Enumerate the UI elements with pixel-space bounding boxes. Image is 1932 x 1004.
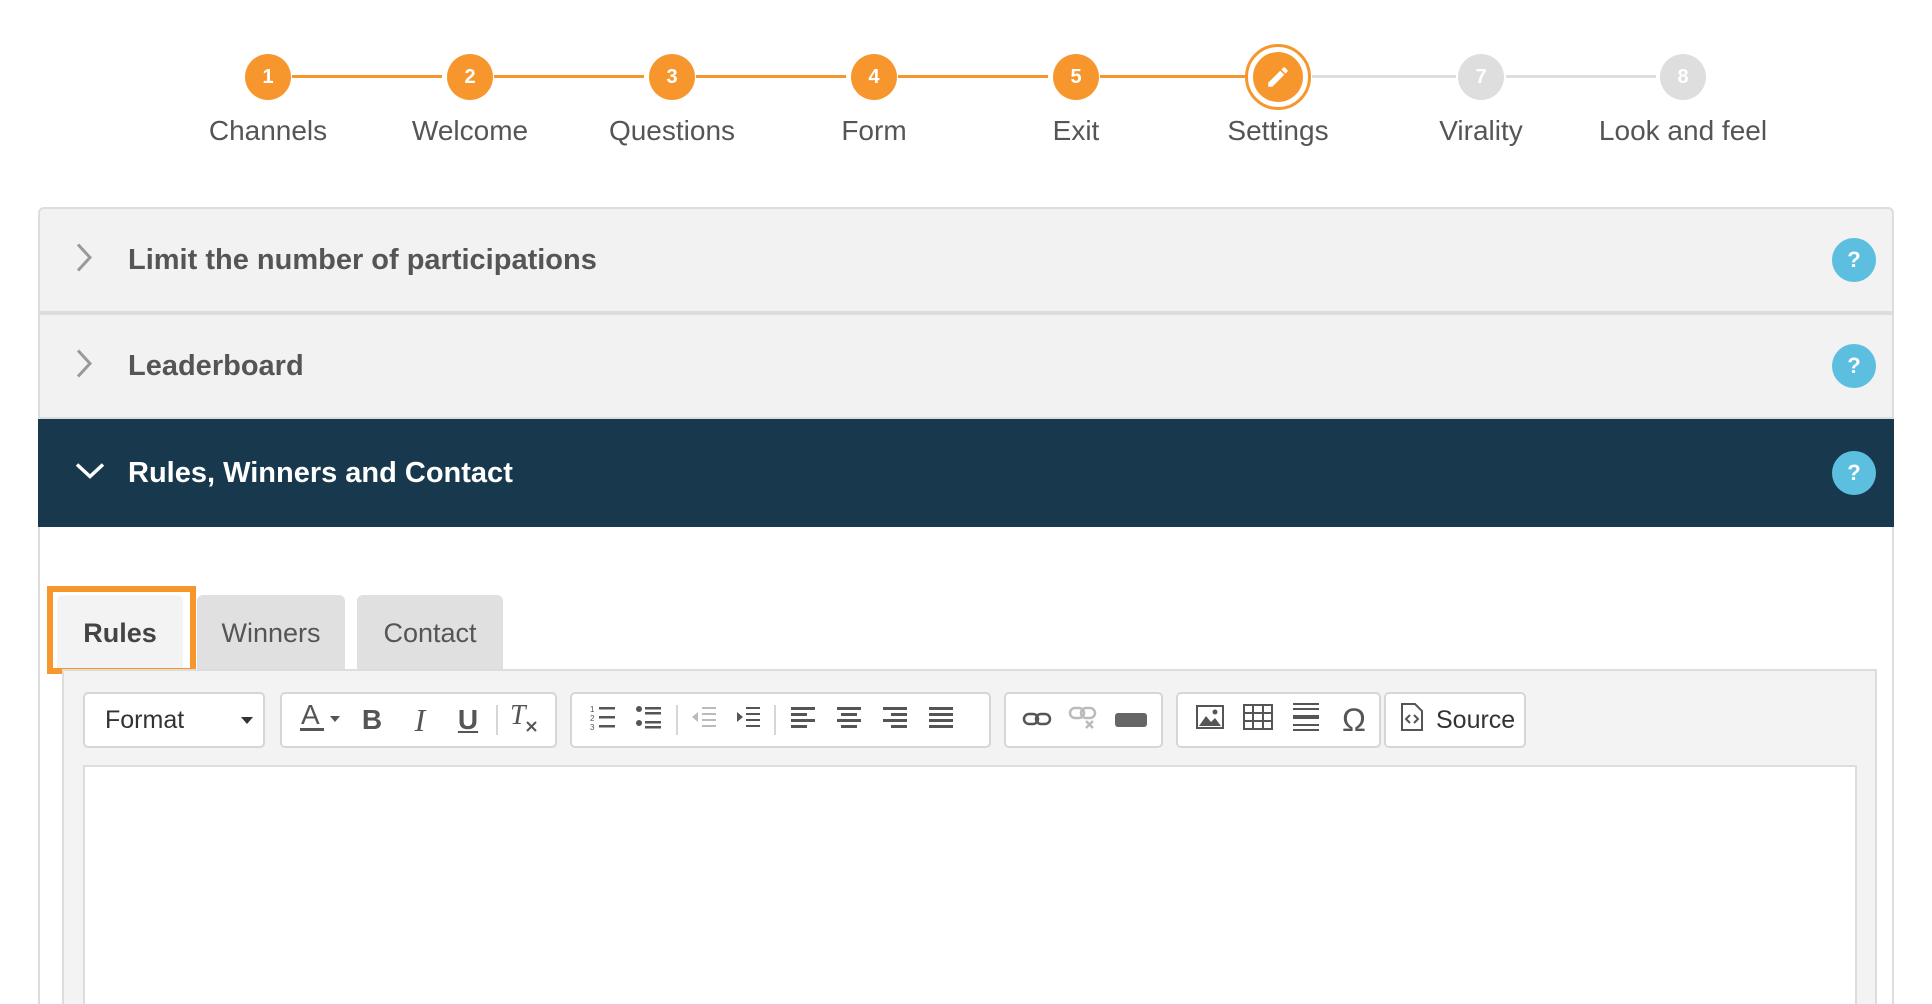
text-color-icon: A bbox=[297, 699, 343, 741]
step-1-circle[interactable]: 1 bbox=[245, 54, 291, 100]
accordion-title: Rules, Winners and Contact bbox=[128, 456, 513, 489]
align-center-icon bbox=[836, 704, 862, 736]
chevron-right-icon bbox=[74, 348, 94, 385]
step-4-circle[interactable]: 4 bbox=[851, 54, 897, 100]
bulleted-list-icon bbox=[635, 703, 663, 738]
help-icon[interactable]: ? bbox=[1832, 344, 1876, 388]
unlink-icon bbox=[1068, 704, 1098, 737]
text-color-button[interactable]: A bbox=[292, 694, 348, 746]
toolbar-separator bbox=[496, 705, 498, 735]
unlink-button[interactable] bbox=[1060, 694, 1106, 746]
step-connector bbox=[292, 75, 442, 78]
step-2-circle[interactable]: 2 bbox=[447, 54, 493, 100]
pencil-icon bbox=[1253, 52, 1303, 102]
accordion-title: Leaderboard bbox=[128, 349, 304, 382]
numbered-list-button[interactable]: 1 2 3 bbox=[580, 694, 626, 746]
toolbar-group-paragraph: 1 2 3 bbox=[570, 692, 991, 748]
toolbar-group-text-style: A B I U T bbox=[280, 692, 557, 748]
outdent-icon bbox=[690, 703, 718, 738]
bulleted-list-button[interactable] bbox=[626, 694, 672, 746]
tab-contact[interactable]: Contact bbox=[357, 595, 503, 671]
underline-icon: U bbox=[457, 704, 479, 735]
step-6-label[interactable]: Settings bbox=[1178, 115, 1378, 147]
caret-down-icon bbox=[241, 717, 253, 724]
justify-button[interactable] bbox=[918, 694, 964, 746]
anchor-icon bbox=[1114, 704, 1148, 736]
step-3-label[interactable]: Questions bbox=[572, 115, 772, 147]
underline-button[interactable]: U bbox=[444, 694, 492, 746]
svg-text:3: 3 bbox=[590, 723, 595, 731]
indent-icon bbox=[734, 703, 762, 738]
svg-text:T: T bbox=[510, 700, 528, 731]
omega-icon: Ω bbox=[1342, 701, 1366, 738]
tab-rules[interactable]: Rules bbox=[57, 595, 183, 671]
horizontal-line-icon bbox=[1292, 702, 1320, 739]
step-8-label[interactable]: Look and feel bbox=[1583, 115, 1783, 147]
numbered-list-icon: 1 2 3 bbox=[589, 703, 617, 738]
toolbar-separator bbox=[676, 705, 678, 735]
format-label: Format bbox=[105, 705, 185, 734]
svg-text:2: 2 bbox=[590, 714, 595, 723]
increase-indent-button[interactable] bbox=[726, 694, 770, 746]
step-connector bbox=[898, 75, 1048, 78]
accordion-limit-participations[interactable]: Limit the number of participations ? bbox=[38, 207, 1894, 313]
horizontal-line-button[interactable] bbox=[1282, 694, 1330, 746]
step-connector bbox=[696, 75, 846, 78]
source-icon bbox=[1400, 702, 1424, 738]
italic-button[interactable]: I bbox=[396, 694, 444, 746]
step-4-label[interactable]: Form bbox=[774, 115, 974, 147]
align-center-button[interactable] bbox=[826, 694, 872, 746]
step-2-label[interactable]: Welcome bbox=[370, 115, 570, 147]
format-dropdown[interactable]: Format bbox=[83, 692, 265, 748]
link-icon bbox=[1022, 704, 1052, 736]
step-connector bbox=[1312, 75, 1456, 78]
accordion-leaderboard[interactable]: Leaderboard ? bbox=[38, 313, 1894, 419]
align-right-button[interactable] bbox=[872, 694, 918, 746]
table-icon bbox=[1243, 703, 1273, 737]
source-label: Source bbox=[1436, 705, 1516, 734]
step-7-circle[interactable]: 7 bbox=[1458, 54, 1504, 100]
step-7-label[interactable]: Virality bbox=[1381, 115, 1581, 147]
accordion-rules-winners-contact[interactable]: Rules, Winners and Contact ? bbox=[38, 419, 1894, 527]
step-1-label[interactable]: Channels bbox=[168, 115, 368, 147]
special-character-button[interactable]: Ω bbox=[1330, 694, 1378, 746]
table-button[interactable] bbox=[1234, 694, 1282, 746]
decrease-indent-button[interactable] bbox=[682, 694, 726, 746]
align-left-icon bbox=[790, 704, 816, 736]
step-connector bbox=[1506, 75, 1656, 78]
image-icon bbox=[1196, 704, 1224, 736]
source-button[interactable]: Source bbox=[1384, 692, 1526, 748]
chevron-down-icon bbox=[74, 461, 106, 486]
tab-winners[interactable]: Winners bbox=[197, 595, 345, 671]
step-connector bbox=[1100, 75, 1250, 78]
accordion-title: Limit the number of participations bbox=[128, 243, 597, 276]
help-icon[interactable]: ? bbox=[1832, 451, 1876, 495]
remove-format-icon: T bbox=[508, 700, 540, 741]
bold-button[interactable]: B bbox=[348, 694, 396, 746]
step-5-circle[interactable]: 5 bbox=[1053, 54, 1099, 100]
italic-icon: I bbox=[414, 701, 426, 738]
svg-text:1: 1 bbox=[590, 705, 595, 714]
remove-format-button[interactable]: T bbox=[502, 694, 546, 746]
toolbar-separator bbox=[774, 705, 776, 735]
svg-text:A: A bbox=[301, 700, 320, 730]
chevron-right-icon bbox=[74, 242, 94, 279]
wizard-stepper: 1 Channels 2 Welcome 3 Questions 4 Form … bbox=[0, 0, 1932, 170]
align-left-button[interactable] bbox=[780, 694, 826, 746]
bold-icon: B bbox=[361, 704, 383, 735]
image-button[interactable] bbox=[1186, 694, 1234, 746]
step-5-label[interactable]: Exit bbox=[976, 115, 1176, 147]
step-6-circle-current[interactable] bbox=[1245, 44, 1311, 110]
step-8-circle[interactable]: 8 bbox=[1660, 54, 1706, 100]
anchor-button[interactable] bbox=[1106, 694, 1156, 746]
toolbar-group-links bbox=[1004, 692, 1163, 748]
step-3-circle[interactable]: 3 bbox=[649, 54, 695, 100]
editor-content-area[interactable] bbox=[83, 765, 1857, 1004]
align-right-icon bbox=[882, 704, 908, 736]
align-justify-icon bbox=[928, 704, 954, 736]
step-connector bbox=[494, 75, 644, 78]
link-button[interactable] bbox=[1014, 694, 1060, 746]
help-icon[interactable]: ? bbox=[1832, 238, 1876, 282]
toolbar-group-insert: Ω bbox=[1176, 692, 1381, 748]
